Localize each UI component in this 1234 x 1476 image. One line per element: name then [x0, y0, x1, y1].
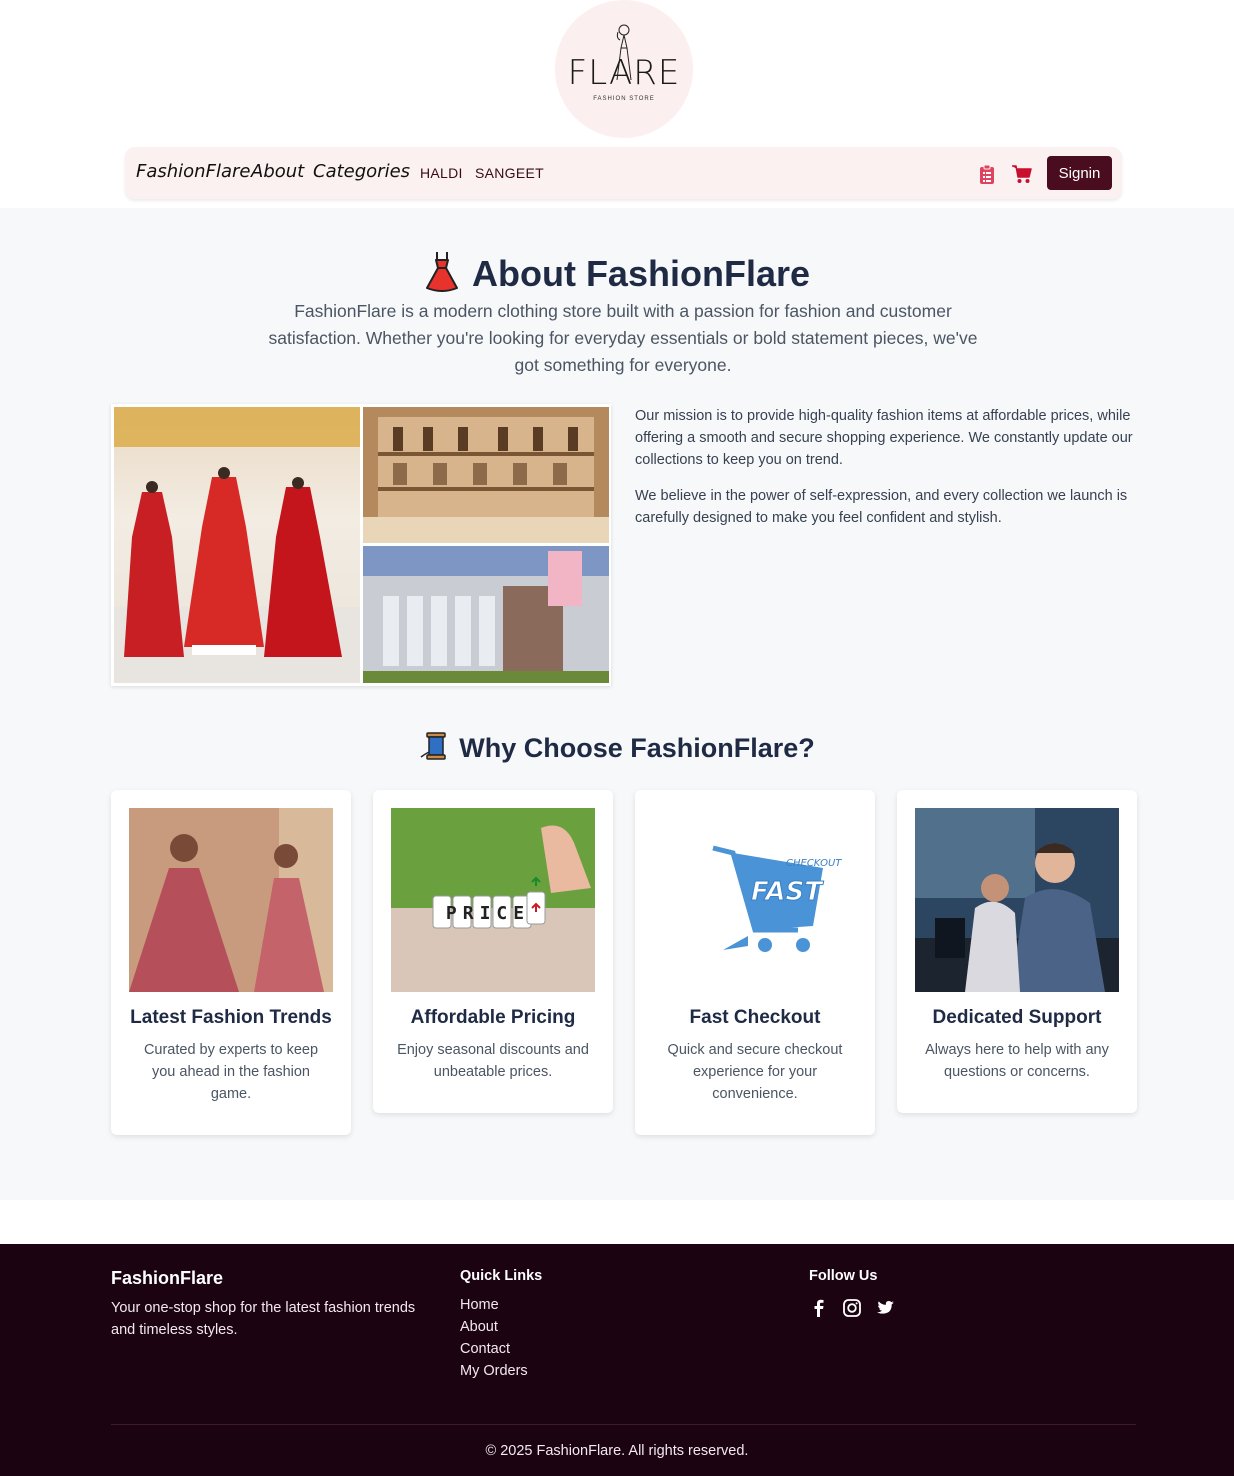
card-description: Curated by experts to keep you ahead in … [143, 1042, 319, 1102]
quick-links-heading: Quick Links [460, 1268, 543, 1284]
support-image [915, 808, 1119, 992]
trends-image [129, 808, 333, 992]
instagram-icon[interactable] [842, 1298, 862, 1318]
store-photo-exterior [363, 546, 609, 683]
navbar: FashionFlare About Categories HALDI SANG… [125, 147, 1122, 199]
model-figure-icon [616, 24, 632, 81]
footer-link-about[interactable]: About [460, 1316, 528, 1338]
checkout-image: FAST CHECKOUT [653, 808, 857, 992]
footer-link-my-orders[interactable]: My Orders [460, 1360, 528, 1382]
pricing-image: PRICE [391, 808, 595, 992]
values-paragraph: We believe in the power of self-expressi… [635, 488, 1128, 526]
nav-category-sangeet[interactable]: SANGEET [475, 165, 544, 181]
signin-button[interactable]: Signin [1047, 156, 1112, 190]
twitter-icon[interactable] [875, 1298, 895, 1318]
clipboard-icon[interactable] [976, 163, 998, 185]
brand-logo[interactable]: FLARE FASHION STORE [555, 0, 693, 138]
card-title: Fast Checkout [689, 1007, 821, 1028]
card-title: Dedicated Support [932, 1007, 1102, 1028]
nav-about-link[interactable]: About [251, 161, 304, 182]
main-content: About FashionFlare FashionFlare is a mod… [0, 208, 1234, 1200]
card-title: Latest Fashion Trends [130, 1007, 332, 1028]
store-gallery [111, 404, 611, 686]
card-description: Quick and secure checkout experience for… [667, 1042, 843, 1102]
footer-link-home[interactable]: Home [460, 1294, 528, 1316]
store-photo-lehengas [114, 407, 360, 683]
cart-icon[interactable] [1011, 163, 1033, 185]
about-description: FashionFlare is a modern clothing store … [268, 301, 978, 375]
fast-text: FAST [751, 877, 824, 907]
feature-card-support: Dedicated Support Always here to help wi… [897, 790, 1137, 1113]
about-title-text: About FashionFlare [471, 253, 810, 294]
store-photo-shelves [363, 407, 609, 543]
copyright-text: © 2025 FashionFlare. All rights reserved… [485, 1443, 749, 1459]
price-dice-text: PRICE [446, 903, 530, 924]
card-description: Always here to help with any questions o… [925, 1042, 1109, 1080]
quick-links-list: Home About Contact My Orders [460, 1294, 528, 1382]
feature-card-trends: Latest Fashion Trends Curated by experts… [111, 790, 351, 1135]
footer-tagline: Your one-stop shop for the latest fashio… [111, 1300, 416, 1338]
mission-text: Our mission is to provide high-quality f… [635, 405, 1135, 529]
footer-brand: FashionFlare [111, 1268, 224, 1288]
card-description: Enjoy seasonal discounts and unbeatable … [397, 1042, 589, 1080]
checkout-text: CHECKOUT [786, 858, 842, 869]
why-heading: Why Choose FashionFlare? [0, 730, 1234, 764]
mission-paragraph: Our mission is to provide high-quality f… [635, 408, 1133, 468]
feature-card-pricing: PRICE Affordable Pricing Enjoy seasonal … [373, 790, 613, 1113]
about-heading: About FashionFlare [0, 250, 1234, 295]
follow-us-heading: Follow Us [809, 1268, 878, 1284]
feature-card-checkout: FAST CHECKOUT Fast Checkout Quick and se… [635, 790, 875, 1135]
why-title-text: Why Choose FashionFlare? [459, 733, 815, 763]
nav-category-haldi[interactable]: HALDI [420, 165, 463, 181]
footer-divider [111, 1424, 1136, 1425]
dress-icon [425, 252, 458, 292]
card-title: Affordable Pricing [410, 1007, 576, 1028]
facebook-icon[interactable] [809, 1298, 829, 1318]
thread-spool-icon [420, 732, 446, 760]
logo-subtext: FASHION STORE [593, 96, 655, 102]
nav-categories-link[interactable]: Categories [313, 161, 410, 182]
nav-brand-link[interactable]: FashionFlare [136, 161, 250, 182]
footer: FashionFlare Your one-stop shop for the … [0, 1244, 1234, 1476]
footer-link-contact[interactable]: Contact [460, 1338, 528, 1360]
